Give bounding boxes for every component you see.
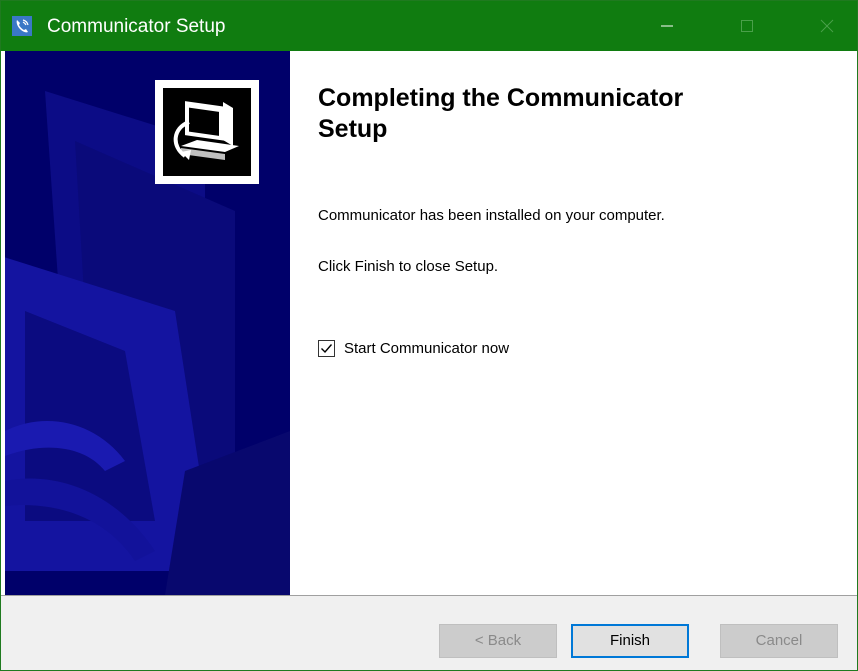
close-icon — [820, 19, 834, 33]
wizard-banner — [5, 51, 290, 595]
checkmark-icon — [321, 344, 333, 354]
button-bar: < Back Finish Cancel — [1, 595, 857, 670]
title-bar[interactable]: Communicator Setup — [1, 1, 857, 51]
minimize-button[interactable] — [637, 1, 697, 51]
phone-handset-icon — [12, 16, 32, 36]
wizard-content: Completing the Communicator Setup Commun… — [290, 51, 857, 595]
window-title: Communicator Setup — [47, 16, 226, 37]
cancel-button[interactable]: Cancel — [720, 624, 838, 658]
checkbox-box[interactable] — [318, 340, 335, 357]
installer-window: Communicator Setup Completing the Commun… — [0, 0, 858, 671]
maximize-button[interactable] — [717, 1, 777, 51]
installed-message: Communicator has been installed on your … — [318, 207, 665, 224]
back-button[interactable]: < Back — [439, 624, 557, 658]
checkbox-label[interactable]: Start Communicator now — [344, 340, 509, 357]
computer-install-icon — [173, 101, 239, 160]
installer-logo — [155, 80, 259, 184]
minimize-icon — [661, 25, 673, 27]
maximize-icon — [741, 20, 753, 32]
page-heading: Completing the Communicator Setup — [318, 84, 684, 143]
finish-button[interactable]: Finish — [571, 624, 689, 658]
finish-instruction: Click Finish to close Setup. — [318, 258, 499, 275]
close-button[interactable] — [797, 1, 857, 51]
